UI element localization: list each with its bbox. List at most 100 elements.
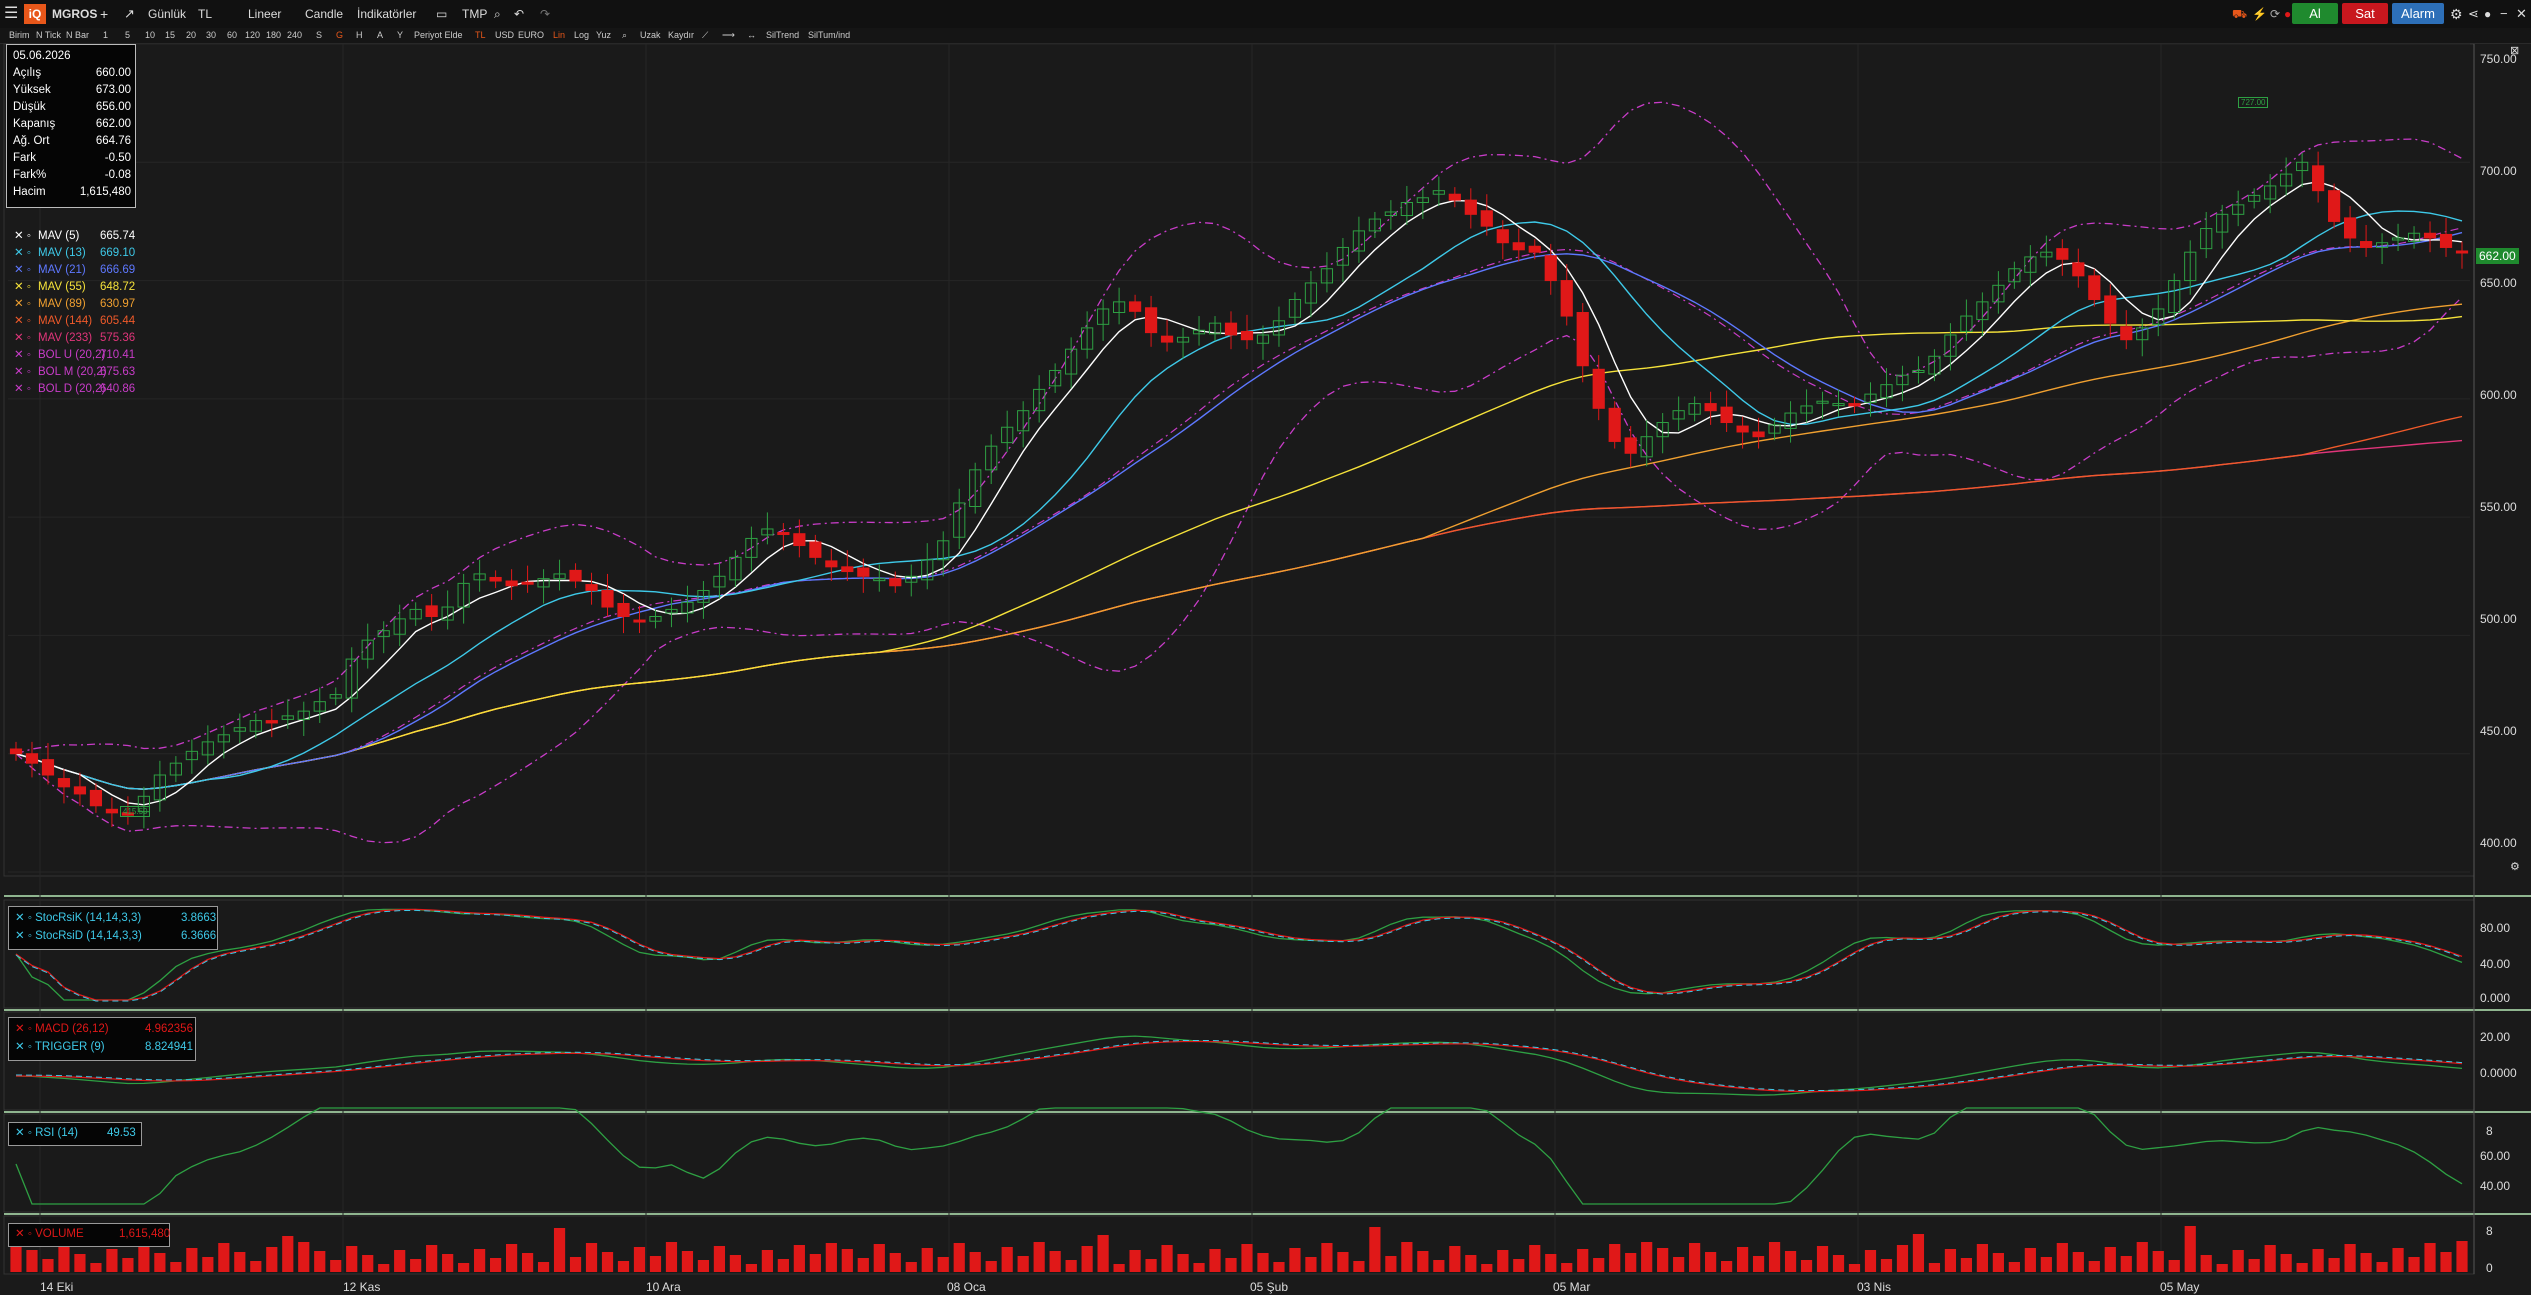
- remove-show-icon[interactable]: ✕ ◦: [15, 930, 35, 942]
- candle-body: [569, 569, 582, 582]
- legend-value: 4.962356: [145, 1023, 193, 1035]
- volume-bar: [585, 1243, 598, 1272]
- candle-body: [617, 602, 630, 618]
- volume-bar: [1657, 1248, 1669, 1272]
- volume-bar: [1609, 1244, 1621, 1272]
- info-row-volume: Hacim 1,615,480: [13, 184, 131, 201]
- candle-body: [2328, 190, 2341, 222]
- legend-name: RSI (14): [35, 1127, 78, 1139]
- remove-show-icon[interactable]: ✕ ◦: [15, 1228, 35, 1240]
- legend-name: MAV (13): [38, 247, 86, 259]
- legend-mav55[interactable]: ✕ ◦ MAV (55) 648.72: [14, 279, 135, 296]
- volume-bar: [330, 1260, 342, 1272]
- volume-bar: [58, 1245, 70, 1272]
- volume-bar: [1161, 1245, 1173, 1272]
- chart-canvas[interactable]: [0, 0, 2531, 1295]
- remove-show-icon[interactable]: ✕ ◦: [14, 296, 38, 313]
- candle-body: [41, 759, 55, 776]
- candle-body: [825, 560, 838, 568]
- volume-bar: [74, 1254, 86, 1272]
- candle-body: [1576, 312, 1589, 367]
- info-row-open: Açılış 660.00: [13, 65, 131, 82]
- macd-axis-label: 0.0000: [2480, 1066, 2517, 1080]
- volume-bar: [1337, 1252, 1349, 1272]
- legend-bol-u[interactable]: ✕ ◦ BOL U (20,2) 710.41: [14, 347, 135, 364]
- candle-body: [585, 584, 598, 591]
- volume-bar: [250, 1261, 262, 1272]
- volume-bar: [2232, 1250, 2244, 1272]
- remove-show-icon[interactable]: ✕ ◦: [14, 364, 38, 381]
- candle-body: [809, 541, 822, 558]
- legend-rsi[interactable]: ✕ ◦ RSI (14) 49.53: [15, 1125, 136, 1142]
- legend-mav89[interactable]: ✕ ◦ MAV (89) 630.97: [14, 296, 135, 313]
- volume-bar: [394, 1250, 406, 1272]
- remove-show-icon[interactable]: ✕ ◦: [14, 313, 38, 330]
- volume-bar: [681, 1251, 694, 1272]
- candle-body: [1848, 403, 1861, 407]
- volume-bar: [2216, 1264, 2228, 1272]
- pane-settings-icon[interactable]: ⚙: [2510, 860, 2520, 873]
- volume-bar: [1513, 1259, 1525, 1272]
- legend-value: 648.72: [100, 281, 136, 293]
- remove-show-icon[interactable]: ✕ ◦: [15, 1041, 35, 1053]
- candle-body: [841, 566, 854, 573]
- volume-bar: [1113, 1264, 1125, 1272]
- legend-mav144[interactable]: ✕ ◦ MAV (144) 605.44: [14, 313, 135, 330]
- volume-bar: [490, 1258, 502, 1272]
- volume-bar: [921, 1248, 933, 1272]
- legend-value: 640.86: [100, 383, 136, 395]
- info-row-low: Düşük 656.00: [13, 99, 131, 116]
- volume-bar: [1561, 1263, 1573, 1272]
- pane-close-icon[interactable]: ⊠: [2510, 44, 2519, 57]
- legend-volume[interactable]: ✕ ◦ VOLUME 1,615,480: [15, 1226, 170, 1243]
- remove-show-icon[interactable]: ✕ ◦: [14, 245, 38, 262]
- volume-bar: [985, 1261, 997, 1272]
- remove-show-icon[interactable]: ✕ ◦: [14, 381, 38, 398]
- volume-bar: [2440, 1252, 2452, 1272]
- volume-bar: [1097, 1235, 1109, 1272]
- remove-show-icon[interactable]: ✕ ◦: [14, 330, 38, 347]
- volume-bar: [969, 1252, 981, 1272]
- remove-show-icon[interactable]: ✕ ◦: [14, 228, 38, 245]
- legend-mav13[interactable]: ✕ ◦ MAV (13) 669.10: [14, 245, 135, 262]
- legend-bol-d[interactable]: ✕ ◦ BOL D (20,2) 640.86: [14, 381, 135, 398]
- date-axis-label: 10 Ara: [646, 1280, 681, 1294]
- legend-mav5[interactable]: ✕ ◦ MAV (5) 665.74: [14, 228, 135, 245]
- remove-show-icon[interactable]: ✕ ◦: [15, 1127, 35, 1139]
- remove-show-icon[interactable]: ✕ ◦: [14, 347, 38, 364]
- legend-name: MAV (5): [38, 230, 80, 242]
- candle-body: [2455, 250, 2469, 254]
- remove-show-icon[interactable]: ✕ ◦: [14, 262, 38, 279]
- volume-bar: [537, 1262, 550, 1272]
- volume-bar: [1417, 1251, 1429, 1272]
- remove-show-icon[interactable]: ✕ ◦: [15, 912, 35, 924]
- volume-bar: [905, 1262, 917, 1272]
- legend-value: 3.8663: [181, 912, 217, 924]
- candle-body: [1240, 330, 1254, 341]
- volume-bar: [2248, 1259, 2260, 1272]
- legend-stoch-d[interactable]: ✕ ◦ StocRsiD (14,14,3,3) 6.3666: [15, 928, 216, 945]
- legend-trigger[interactable]: ✕ ◦ TRIGGER (9) 8.824941: [15, 1039, 193, 1056]
- legend-name: StocRsiD (14,14,3,3): [35, 930, 142, 942]
- price-axis-label: 500.00: [2480, 612, 2517, 626]
- remove-show-icon[interactable]: ✕ ◦: [15, 1023, 35, 1035]
- volume-bar: [1992, 1253, 2004, 1272]
- info-label: Düşük: [13, 101, 46, 113]
- volume-bar: [1497, 1250, 1509, 1272]
- candle-body: [425, 605, 438, 618]
- legend-bol-m[interactable]: ✕ ◦ BOL M (20,2) 675.63: [14, 364, 135, 381]
- candle-body: [2088, 275, 2101, 300]
- legend-macd[interactable]: ✕ ◦ MACD (26,12) 4.962356: [15, 1021, 193, 1038]
- remove-show-icon[interactable]: ✕ ◦: [14, 279, 38, 296]
- legend-mav233[interactable]: ✕ ◦ MAV (233) 575.36: [14, 330, 135, 347]
- legend-name: MACD (26,12): [35, 1023, 109, 1035]
- volume-bar: [2040, 1257, 2052, 1272]
- volume-bar: [90, 1263, 102, 1272]
- date-axis-label: 05 May: [2160, 1280, 2200, 1294]
- legend-stoch-k[interactable]: ✕ ◦ StocRsiK (14,14,3,3) 3.8663: [15, 910, 216, 927]
- info-label: Fark: [13, 152, 36, 164]
- candle-body: [1608, 407, 1621, 442]
- legend-mav21[interactable]: ✕ ◦ MAV (21) 666.69: [14, 262, 135, 279]
- candle-body: [793, 533, 806, 547]
- volume-bar: [1289, 1248, 1301, 1272]
